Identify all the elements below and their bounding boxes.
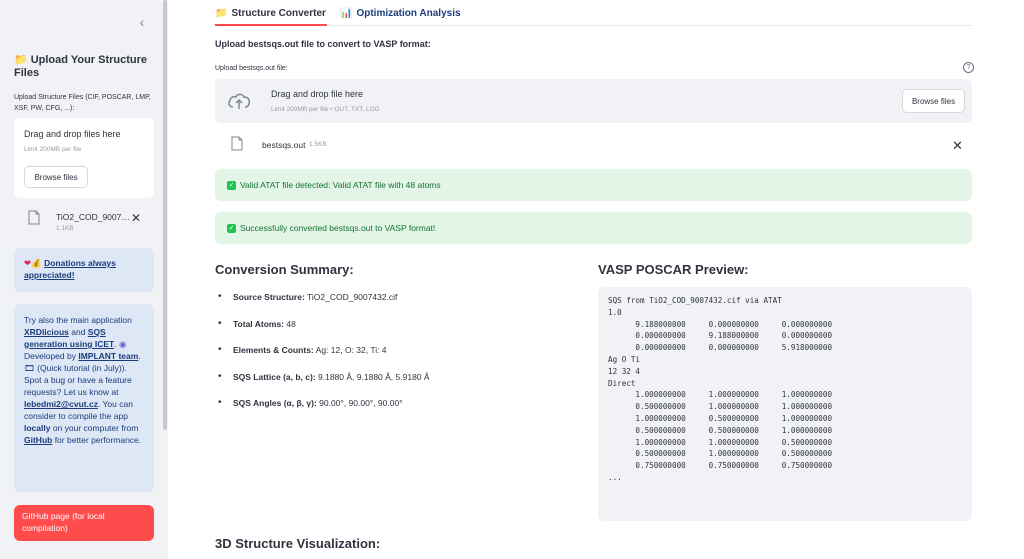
summary-list: Source Structure: TiO2_COD_9007432.cif T… (215, 290, 575, 423)
help-icon[interactable]: ? (963, 62, 974, 73)
collapse-sidebar-icon[interactable]: ‹ (134, 14, 150, 30)
donations-box: ❤💰 Donations always appreciated! (14, 248, 154, 292)
folder-icon: 📁 (14, 54, 28, 66)
list-item: Elements & Counts: Ag: 12, O: 32, Ti: 4 (215, 343, 575, 370)
browse-files-button[interactable]: Browse files (902, 89, 965, 113)
conversion-success-alert: ✓ Successfully converted bestsqs.out to … (215, 212, 972, 244)
summary-value: 90.00°, 90.00°, 90.00° (316, 398, 403, 408)
structure-visualization-heading: 3D Structure Visualization: (215, 536, 381, 551)
summary-label: Total Atoms: (233, 318, 284, 329)
sidebar-browse-files-button[interactable]: Browse files (24, 166, 88, 188)
main-content: 📁 Structure Converter 📊 Optimization Analy… (168, 0, 1024, 559)
cloud-upload-icon (228, 93, 250, 109)
poscar-preview-heading: VASP POSCAR Preview: (598, 262, 749, 277)
folder-icon: 📁 (215, 8, 228, 19)
active-tab-indicator (215, 24, 327, 26)
email-link[interactable]: lebedmi2@cvut.cz (24, 399, 98, 409)
tab-label: Optimization Analysis (356, 8, 461, 19)
list-item: SQS Angles (α, β, γ): 90.00°, 90.00°, 90… (215, 396, 575, 423)
locally-link[interactable]: locally (24, 423, 50, 433)
info-text: for better performance. (52, 435, 142, 445)
summary-value: 48 (284, 318, 296, 329)
summary-label: SQS Lattice (a, b, c): (233, 371, 316, 382)
tab-structure-converter[interactable]: 📁 Structure Converter (215, 8, 326, 19)
sidebar-uploaded-file-name: TiO2_COD_9007… (56, 212, 130, 222)
summary-value: Ag: 12, O: 32, Ti: 4 (313, 345, 387, 355)
summary-value: 9.1880 Å, 9.1880 Å, 5.9180 Å (315, 371, 430, 382)
check-icon: ✓ (227, 223, 236, 233)
sidebar: ‹ 📁 Upload Your Structure Files Upload St… (0, 0, 168, 559)
sidebar-scrollbar[interactable] (163, 0, 167, 430)
valid-file-alert: ✓ Valid ATAT file detected: Valid ATAT f… (215, 169, 972, 201)
file-icon (231, 136, 243, 151)
tab-bar: 📁 Structure Converter 📊 Optimization Analy… (215, 0, 972, 26)
info-text: Try also the main application (24, 315, 132, 325)
info-text: (Quick tutorial (in July)). Spot a bug o… (24, 363, 132, 397)
info-box: Try also the main application XRDlicious… (14, 304, 154, 492)
summary-label: Elements & Counts: (233, 345, 314, 355)
info-text: and (68, 327, 88, 337)
github-page-button[interactable]: GitHub page (for local compilation) (14, 505, 154, 541)
info-text: on your computer from (50, 423, 139, 433)
uploaded-file-name: bestsqs.out (262, 140, 306, 150)
drop-limit: Limit 200MB per file • OUT, TXT, LOG (271, 106, 380, 113)
tab-optimization-analysis[interactable]: 📊 Optimization Analysis (340, 8, 461, 19)
sidebar-uploaded-file-size: 1.1KB (56, 225, 74, 232)
github-link[interactable]: GitHub (24, 435, 52, 445)
conversion-summary-heading: Conversion Summary: (215, 262, 354, 277)
film-icon: 🎞 (24, 363, 35, 373)
sidebar-file-dropzone[interactable]: Drag and drop files here Limit 200MB per… (14, 118, 154, 198)
sidebar-upload-title-text: Upload Your Structure Files (14, 54, 148, 79)
info-text: . (138, 351, 141, 361)
upload-heading: Upload bestsqs.out file to convert to VA… (215, 39, 431, 49)
bar-chart-icon: 📊 (340, 8, 353, 19)
list-item: SQS Lattice (a, b, c): 9.1880 Å, 9.1880 … (215, 370, 575, 397)
uploaded-file-size: 1.5KB (309, 141, 327, 148)
xrdlicious-link[interactable]: XRDlicious (24, 327, 69, 337)
upload-label: Upload bestsqs.out file: (215, 65, 288, 72)
info-text: Developed by (24, 351, 79, 361)
alert-text: Valid ATAT file detected: Valid ATAT fil… (240, 180, 441, 190)
remove-file-icon[interactable]: ✕ (131, 211, 141, 225)
sidebar-upload-label: Upload Structure Files (CIF, POSCAR, LMP… (14, 94, 151, 112)
check-icon: ✓ (227, 180, 236, 190)
file-icon (28, 210, 40, 225)
sidebar-upload-title: 📁 Upload Your Structure Files (14, 54, 154, 80)
sidebar-drop-limit: Limit 200MB per file (24, 146, 82, 153)
list-item: Source Structure: TiO2_COD_9007432.cif (215, 290, 575, 317)
poscar-code-block: SQS from TiO2_COD_9007432.cif via ATAT 1… (598, 287, 972, 521)
summary-label: SQS Angles (α, β, γ): (233, 398, 317, 408)
remove-file-icon[interactable]: ✕ (952, 138, 963, 154)
globe-icon: ◉ (118, 339, 127, 349)
file-dropzone[interactable]: Drag and drop file here Limit 200MB per … (215, 79, 972, 123)
implant-team-link[interactable]: IMPLANT team (78, 351, 138, 361)
alert-text: Successfully converted bestsqs.out to VA… (240, 223, 436, 233)
sidebar-drop-text: Drag and drop files here (24, 129, 121, 139)
list-item: Total Atoms: 48 (215, 317, 575, 344)
summary-value: TiO2_COD_9007432.cif (304, 292, 398, 302)
summary-label: Source Structure: (233, 292, 305, 302)
tab-label: Structure Converter (231, 8, 326, 19)
drop-text: Drag and drop file here (271, 89, 364, 99)
coins-icon: 💰 (31, 258, 42, 268)
